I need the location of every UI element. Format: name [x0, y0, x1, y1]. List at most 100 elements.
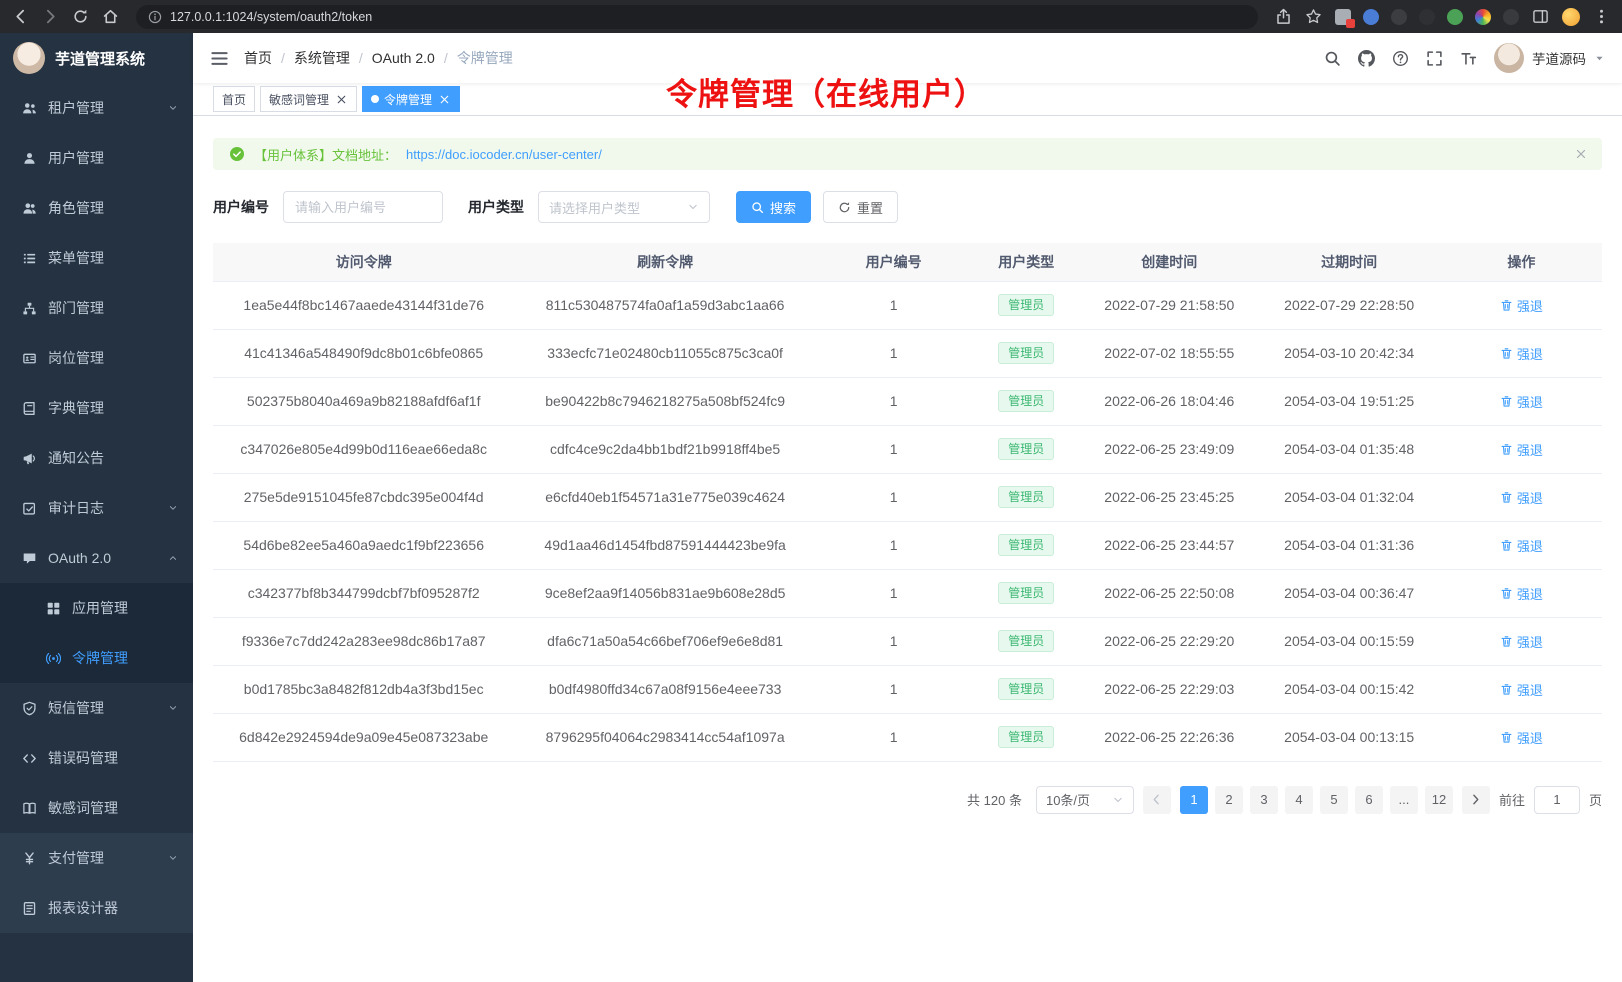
search-button[interactable]: 搜索 [736, 191, 811, 223]
page-button[interactable]: 12 [1425, 786, 1453, 814]
font-size-icon[interactable] [1460, 50, 1477, 67]
browser-profile-avatar[interactable] [1562, 8, 1580, 26]
forward-icon[interactable] [42, 8, 59, 25]
chevron-down-icon [1112, 794, 1124, 806]
side-panel-icon[interactable] [1532, 8, 1549, 25]
close-icon[interactable] [335, 93, 348, 106]
table-row: 54d6be82ee5a460a9aedc1f9bf22365649d1aa46… [213, 521, 1602, 569]
main-header: 首页/系统管理/OAuth 2.0/令牌管理 芋道源码 [193, 33, 1622, 83]
sidebar-item-oauth[interactable]: OAuth 2.0 [0, 533, 193, 583]
extension-icon[interactable] [1363, 9, 1379, 25]
sidebar-item-dept[interactable]: 部门管理 [0, 283, 193, 333]
user-id-input[interactable] [283, 191, 443, 223]
access-token-cell: 1ea5e44f8bc1467aaede43144f31de76 [213, 281, 514, 329]
prev-page-button[interactable] [1143, 786, 1171, 814]
page-size-select[interactable]: 10条/页 [1036, 786, 1134, 814]
refresh-token-cell: cdfc4ce9c2da4bb1bdf21b9918ff4be5 [514, 425, 815, 473]
share-icon[interactable] [1275, 8, 1292, 25]
force-logout-label: 强退 [1517, 392, 1543, 411]
page-button[interactable]: 5 [1320, 786, 1348, 814]
sidebar-item-menu[interactable]: 菜单管理 [0, 233, 193, 283]
user-id-label: 用户编号 [213, 197, 269, 217]
sidebar-item-audit[interactable]: 审计日志 [0, 483, 193, 533]
goto-page-input[interactable] [1534, 786, 1580, 814]
force-logout-button[interactable]: 强退 [1500, 680, 1543, 699]
sidebar-item-errcode[interactable]: 错误码管理 [0, 733, 193, 783]
force-logout-button[interactable]: 强退 [1500, 488, 1543, 507]
sidebar-item-report[interactable]: 报表设计器 [0, 883, 193, 933]
main-area: 首页/系统管理/OAuth 2.0/令牌管理 芋道源码 首页敏感词管理令牌管理 [193, 33, 1622, 982]
sidebar-item-dict[interactable]: 字典管理 [0, 383, 193, 433]
user-type-badge: 管理员 [998, 294, 1054, 316]
back-icon[interactable] [12, 8, 29, 25]
site-info-icon[interactable] [148, 10, 162, 24]
breadcrumb-item[interactable]: 令牌管理 [457, 48, 513, 68]
sidebar-subitem-token[interactable]: 令牌管理 [0, 633, 193, 683]
user-type-select[interactable]: 请选择用户类型 [538, 191, 710, 223]
app-logo[interactable]: 芋道管理系统 [0, 33, 193, 83]
tab[interactable]: 令牌管理 [362, 86, 460, 112]
sidebar-item-sensitive[interactable]: 敏感词管理 [0, 783, 193, 833]
extension-icon[interactable] [1447, 9, 1463, 25]
force-logout-button[interactable]: 强退 [1500, 296, 1543, 315]
url-bar[interactable]: 127.0.0.1:1024/system/oauth2/token [136, 5, 1258, 29]
extension-icon[interactable] [1335, 9, 1351, 25]
sidebar-item-post[interactable]: 岗位管理 [0, 333, 193, 383]
extension-icon[interactable] [1503, 9, 1519, 25]
close-icon[interactable] [438, 93, 451, 106]
sidebar-item-tenant[interactable]: 租户管理 [0, 83, 193, 133]
extension-icon[interactable] [1475, 9, 1491, 25]
breadcrumb-item[interactable]: 系统管理 [294, 48, 350, 68]
force-logout-button[interactable]: 强退 [1500, 632, 1543, 651]
chevron-down-icon [1594, 53, 1605, 64]
page-button[interactable]: 2 [1215, 786, 1243, 814]
breadcrumb-item[interactable]: 首页 [244, 48, 272, 68]
page-button[interactable]: 1 [1180, 786, 1208, 814]
extension-icon[interactable] [1391, 9, 1407, 25]
tab[interactable]: 首页 [213, 86, 255, 112]
force-logout-button[interactable]: 强退 [1500, 392, 1543, 411]
sidebar-subitem-app[interactable]: 应用管理 [0, 583, 193, 633]
tab[interactable]: 敏感词管理 [260, 86, 357, 112]
force-logout-label: 强退 [1517, 440, 1543, 459]
sidebar-item-sms[interactable]: 短信管理 [0, 683, 193, 733]
create-time-cell: 2022-06-25 23:44:57 [1081, 521, 1257, 569]
tab-label: 首页 [222, 91, 246, 108]
force-logout-button[interactable]: 强退 [1500, 584, 1543, 603]
chevron-right-icon [1469, 793, 1482, 806]
user-menu[interactable]: 芋道源码 [1494, 43, 1605, 73]
github-icon[interactable] [1358, 50, 1375, 67]
sidebar-item-user[interactable]: 用户管理 [0, 133, 193, 183]
extension-icon[interactable] [1419, 9, 1435, 25]
force-logout-button[interactable]: 强退 [1500, 536, 1543, 555]
browser-menu-icon[interactable] [1593, 8, 1610, 25]
force-logout-button[interactable]: 强退 [1500, 728, 1543, 747]
home-icon[interactable] [102, 8, 119, 25]
force-logout-button[interactable]: 强退 [1500, 440, 1543, 459]
pagination-ellipsis[interactable]: ... [1390, 786, 1418, 814]
search-icon[interactable] [1324, 50, 1341, 67]
breadcrumb-separator: / [281, 50, 285, 66]
sidebar-item-role[interactable]: 角色管理 [0, 183, 193, 233]
dept-icon [22, 301, 37, 316]
fullscreen-icon[interactable] [1426, 50, 1443, 67]
reset-button[interactable]: 重置 [823, 191, 898, 223]
reload-icon[interactable] [72, 8, 89, 25]
alert-doc-link[interactable]: https://doc.iocoder.cn/user-center/ [406, 147, 602, 162]
sidebar-item-pay[interactable]: 支付管理 [0, 833, 193, 883]
page-button[interactable]: 6 [1355, 786, 1383, 814]
collapse-sidebar-icon[interactable] [210, 49, 229, 68]
create-time-cell: 2022-06-26 18:04:46 [1081, 377, 1257, 425]
force-logout-button[interactable]: 强退 [1500, 344, 1543, 363]
sidebar-item-notice[interactable]: 通知公告 [0, 433, 193, 483]
alert-close-icon[interactable] [1574, 147, 1588, 161]
app-title: 芋道管理系统 [55, 48, 145, 69]
help-icon[interactable] [1392, 50, 1409, 67]
delete-icon [1500, 395, 1513, 408]
next-page-button[interactable] [1462, 786, 1490, 814]
page-button[interactable]: 3 [1250, 786, 1278, 814]
bookmark-star-icon[interactable] [1305, 8, 1322, 25]
sidebar-item-label: 敏感词管理 [48, 798, 118, 818]
breadcrumb-item[interactable]: OAuth 2.0 [372, 50, 435, 66]
page-button[interactable]: 4 [1285, 786, 1313, 814]
